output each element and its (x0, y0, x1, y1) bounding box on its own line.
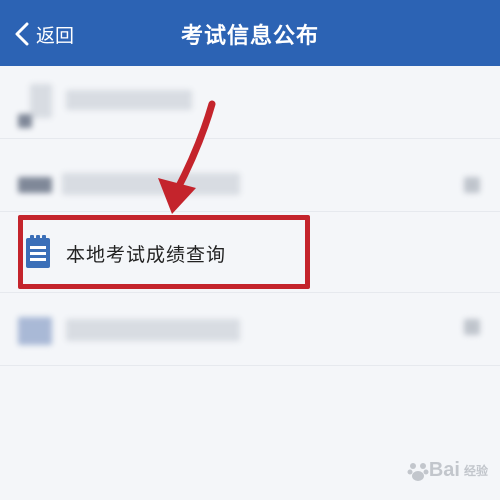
red-highlight-box (18, 215, 310, 289)
nav-bar: 返回 考试信息公布 (0, 0, 500, 66)
baidu-watermark: Bai 经验 (407, 459, 488, 482)
page-title: 考试信息公布 (180, 24, 319, 49)
list-item[interactable] (0, 139, 500, 212)
list-item[interactable] (0, 66, 500, 139)
watermark-brand: Bai (428, 459, 460, 481)
blurred-right-mark (464, 177, 480, 193)
blurred-icon-base (18, 114, 32, 128)
blurred-icon (18, 177, 52, 193)
blurred-icon (18, 317, 52, 345)
watermark-suffix: 经验 (463, 464, 488, 478)
list-item[interactable] (0, 293, 500, 366)
blurred-right-mark (464, 319, 480, 335)
baidu-paw-logo (407, 462, 429, 481)
red-arrow-annotation (158, 100, 216, 214)
blurred-icon (30, 84, 52, 118)
blurred-label (66, 319, 240, 341)
